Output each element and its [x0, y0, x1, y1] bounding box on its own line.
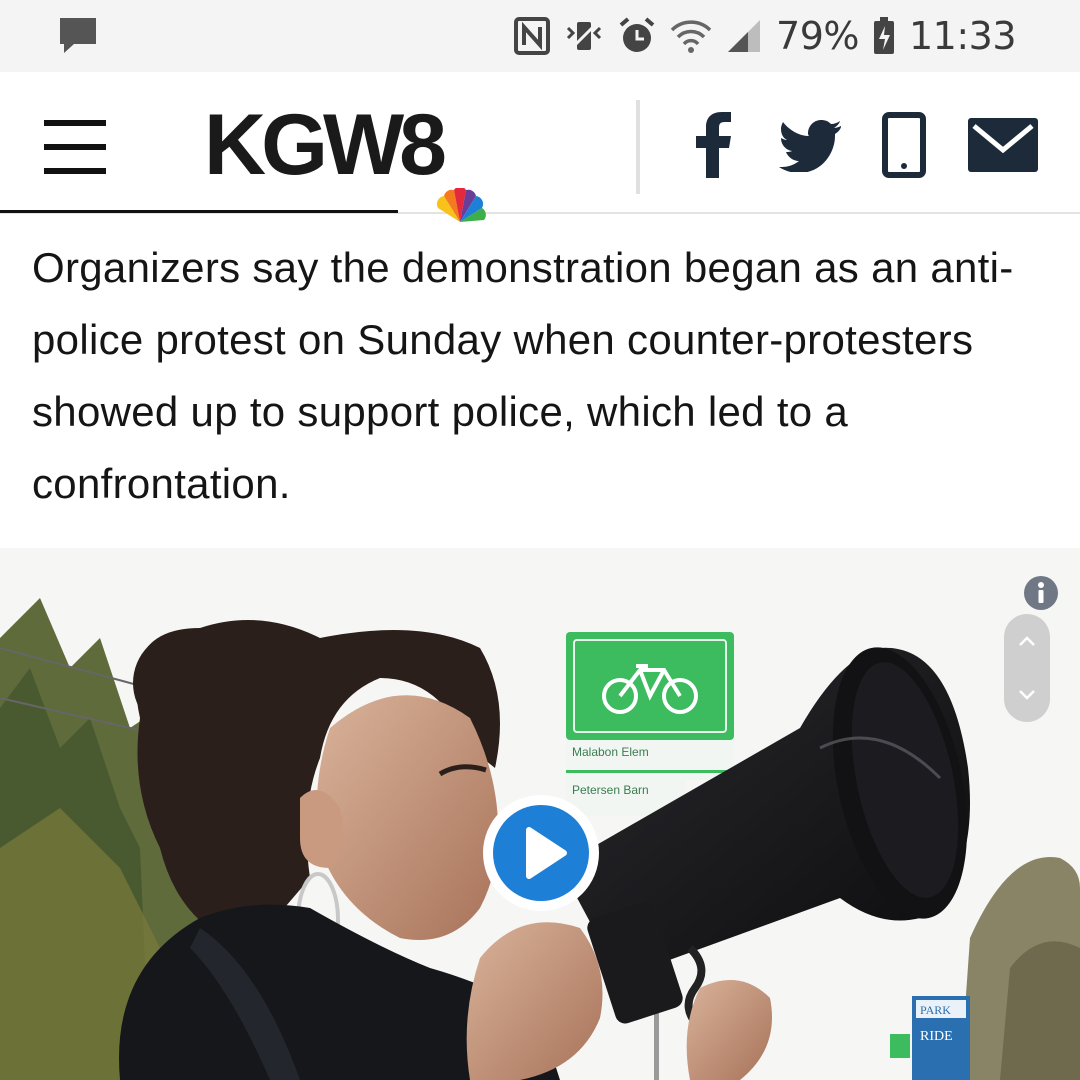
twitter-icon[interactable] — [778, 116, 842, 176]
status-bar: 79% 11:33 — [0, 0, 1080, 72]
nbc-peacock-icon — [434, 152, 486, 238]
signal-icon — [726, 18, 762, 54]
video-player[interactable]: Malabon Elem Petersen Barn PARK RIDE — [0, 548, 1080, 1080]
vibrate-icon — [564, 18, 604, 54]
message-icon — [58, 16, 98, 61]
park-sign-text: PARK — [920, 1003, 951, 1017]
facebook-icon[interactable] — [694, 112, 734, 178]
header-divider — [636, 100, 640, 194]
article-paragraph: Organizers say the demonstration began a… — [32, 244, 1014, 507]
email-icon[interactable] — [968, 118, 1038, 172]
active-tab-underline — [0, 210, 398, 213]
phone-icon[interactable] — [882, 112, 926, 178]
chevron-down-icon[interactable] — [1018, 689, 1036, 701]
nfc-icon — [514, 17, 551, 55]
logo-text: KGW8 — [204, 97, 447, 193]
info-icon[interactable] — [1024, 576, 1058, 615]
battery-percent: 79% — [776, 14, 859, 58]
scroll-navigator[interactable] — [1004, 614, 1050, 722]
hamburger-menu-button[interactable] — [44, 120, 106, 176]
ride-sign-text: RIDE — [920, 1029, 953, 1044]
play-button[interactable] — [482, 794, 600, 917]
kgw8-logo[interactable]: KGW8 — [204, 102, 486, 238]
wifi-icon — [670, 18, 712, 54]
alarm-icon — [618, 17, 656, 55]
chevron-up-icon[interactable] — [1018, 635, 1036, 647]
battery-icon — [873, 17, 895, 55]
clock: 11:33 — [908, 14, 1017, 58]
sign-line-1: Malabon Elem — [572, 745, 649, 759]
site-header: KGW8 — [0, 72, 1080, 222]
